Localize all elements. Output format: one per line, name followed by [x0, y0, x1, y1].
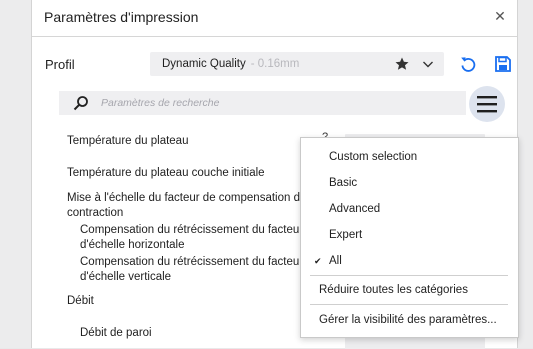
search-bar: [59, 91, 466, 115]
menu-item-collapse-all[interactable]: Réduire toutes les catégories: [301, 278, 518, 302]
menu-item-label: Expert: [329, 229, 363, 241]
menu-divider: [310, 304, 508, 305]
setting-plate-temperature: Température du plateau: [67, 135, 189, 147]
search-icon: [73, 96, 88, 111]
setting-vertical-compensation-line2: d'échelle verticale: [80, 271, 172, 283]
setting-scale-compensation-line1: Mise à l'échelle du facteur de compensat…: [67, 192, 307, 204]
panel-title: Paramètres d'impression: [44, 9, 199, 25]
close-icon[interactable]: ✕: [491, 7, 509, 25]
setting-vertical-compensation-line1: Compensation du rétrécissement du facteu…: [80, 256, 304, 268]
setting-wall-flow: Débit de paroi: [80, 327, 152, 339]
visibility-menu-button[interactable]: [469, 86, 505, 122]
menu-item-label: Réduire toutes les catégories: [319, 284, 468, 296]
menu-item-label: Advanced: [329, 203, 381, 215]
menu-item-manage-visibility[interactable]: Gérer la visibilité des paramètres...: [301, 308, 518, 332]
menu-item-basic[interactable]: Basic: [301, 171, 518, 195]
menu-item-custom-selection[interactable]: Custom selection: [301, 145, 518, 169]
undo-icon[interactable]: [459, 55, 477, 73]
setting-flow: Débit: [67, 295, 94, 307]
menu-item-label: Basic: [329, 177, 358, 189]
save-icon[interactable]: [494, 55, 512, 73]
chevron-down-icon[interactable]: [421, 57, 435, 71]
star-icon[interactable]: [394, 56, 410, 72]
setting-scale-compensation-line2: contraction: [67, 207, 124, 219]
panel-header: Paramètres d'impression ✕: [32, 0, 517, 37]
menu-item-label: All: [329, 255, 342, 267]
profile-label: Profil: [45, 57, 75, 72]
profile-quality: - 0.16mm: [250, 58, 300, 70]
menu-divider: [310, 275, 508, 276]
hamburger-icon: [477, 96, 497, 113]
check-icon: ✔: [314, 256, 322, 266]
profile-select[interactable]: Dynamic Quality - 0.16mm: [150, 52, 444, 76]
setting-plate-temperature-initial: Température du plateau couche initiale: [67, 167, 265, 179]
profile-name: Dynamic Quality: [162, 58, 246, 70]
menu-item-expert[interactable]: Expert: [301, 223, 518, 247]
viewport-background-right: [517, 0, 533, 348]
setting-horizontal-compensation-line1: Compensation du rétrécissement du facteu…: [80, 224, 304, 236]
setting-horizontal-compensation-line2: d'échelle horizontale: [80, 239, 185, 251]
setting-visibility-menu: Custom selection Basic Advanced Expert ✔…: [300, 137, 519, 338]
menu-item-label: Gérer la visibilité des paramètres...: [319, 314, 497, 326]
menu-item-label: Custom selection: [329, 151, 418, 163]
viewport-background-left: [0, 0, 31, 348]
menu-item-advanced[interactable]: Advanced: [301, 197, 518, 221]
menu-item-all[interactable]: ✔ All: [301, 249, 518, 273]
search-input[interactable]: [101, 97, 441, 109]
